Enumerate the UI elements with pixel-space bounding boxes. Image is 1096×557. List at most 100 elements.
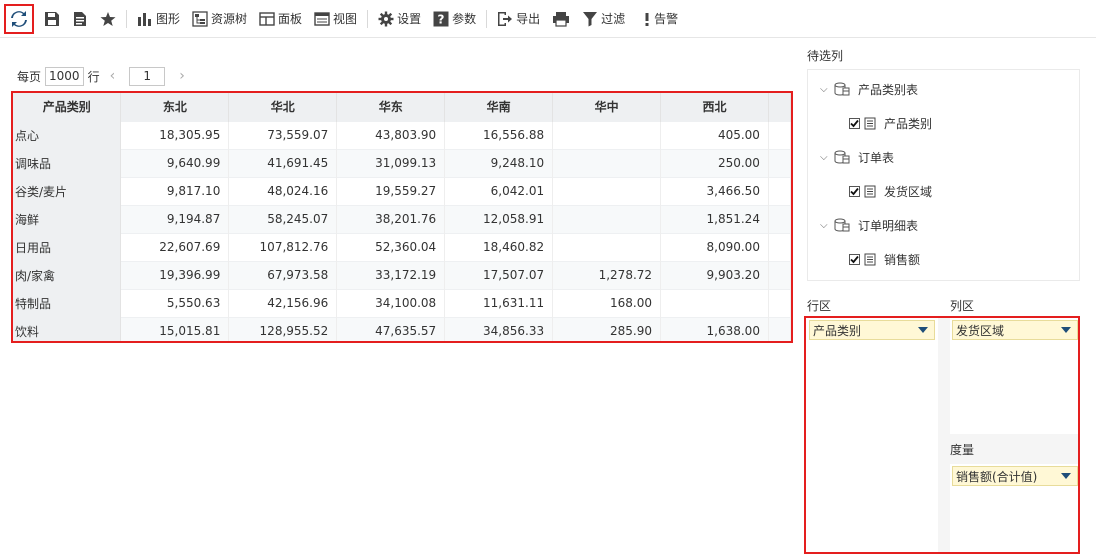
value-cell[interactable]: 43,803.90 (336, 120, 446, 149)
chart-button[interactable]: 图形 (131, 5, 186, 33)
value-cell[interactable]: 3,466.50 (660, 176, 769, 205)
save-as-button[interactable] (66, 5, 94, 33)
export-button[interactable]: 导出 (491, 5, 546, 33)
value-cell[interactable]: 18,460.82 (444, 232, 554, 261)
row-header-cell[interactable]: 调味品 (13, 148, 122, 177)
table-row: 海鲜 9,194.87 58,245.07 38,201.76 12,058.91 1,8… (13, 204, 791, 233)
value-cell[interactable]: 31,099.13 (336, 148, 446, 177)
value-cell[interactable]: 6,042.01 (444, 176, 554, 205)
alert-button[interactable]: 告警 (637, 5, 684, 33)
tree-node-table[interactable]: ⌵ 订单表 (820, 147, 894, 167)
column-header[interactable]: 华南 (444, 93, 554, 121)
rows-per-page-input[interactable]: 1000 (45, 66, 84, 86)
checkbox-checked-icon[interactable] (849, 253, 860, 265)
chevron-down-icon[interactable]: ⌵ (820, 152, 834, 163)
value-cell[interactable]: 1,278.72 (552, 260, 662, 289)
refresh-icon (11, 10, 27, 27)
column-header[interactable]: 华中 (552, 93, 662, 121)
value-cell[interactable]: 58,245.07 (228, 204, 338, 233)
favorite-button[interactable] (94, 5, 122, 33)
column-header[interactable]: 东北 (120, 93, 230, 121)
value-cell[interactable]: 41,691.45 (228, 148, 338, 177)
filter-button[interactable]: 过滤 (576, 5, 631, 33)
settings-button[interactable]: 设置 (372, 5, 427, 33)
value-cell[interactable]: 19,396.99 (120, 260, 230, 289)
refresh-button[interactable] (4, 3, 34, 34)
value-cell[interactable]: 405.00 (660, 120, 769, 149)
tree-node-table[interactable]: ⌵ 订单明细表 (820, 215, 918, 235)
page-number-input[interactable]: 1 (129, 66, 166, 86)
value-cell[interactable] (552, 176, 662, 205)
value-cell[interactable]: 73,559.07 (228, 120, 338, 149)
prev-page-icon[interactable]: ‹ (110, 68, 116, 84)
view-button[interactable]: 视图 (308, 5, 363, 33)
value-cell[interactable]: 34,100.08 (336, 288, 446, 317)
column-header[interactable]: 华东 (336, 93, 446, 121)
params-button[interactable]: ? 参数 (427, 5, 482, 33)
chevron-down-icon[interactable]: ⌵ (820, 220, 834, 231)
value-cell[interactable]: 9,194.87 (120, 204, 230, 233)
save-button[interactable] (38, 5, 66, 33)
tree-node-field[interactable]: 产品类别 (849, 113, 932, 133)
value-cell[interactable]: 34,856.33 (444, 316, 554, 341)
value-cell[interactable]: 8,090.00 (660, 232, 769, 261)
value-cell[interactable]: 9,817.10 (120, 176, 230, 205)
value-cell[interactable] (552, 120, 662, 149)
value-cell[interactable]: 33,172.19 (336, 260, 446, 289)
row-field-pill[interactable]: 产品类别 (809, 320, 935, 340)
value-cell[interactable]: 128,955.52 (228, 316, 338, 341)
row-header-cell[interactable]: 肉/家禽 (13, 260, 122, 289)
value-cell[interactable]: 22,607.69 (120, 232, 230, 261)
tree-node-field[interactable]: 销售额 (849, 249, 920, 269)
value-cell[interactable]: 16,556.88 (444, 120, 554, 149)
next-page-icon[interactable]: › (179, 68, 185, 84)
dropdown-arrow-icon[interactable] (1061, 473, 1071, 479)
value-cell[interactable] (552, 148, 662, 177)
row-header-cell[interactable]: 点心 (13, 120, 122, 149)
value-cell[interactable]: 19,559.27 (336, 176, 446, 205)
tree-node-field[interactable]: 发货区域 (849, 181, 932, 201)
value-cell[interactable]: 47,635.57 (336, 316, 446, 341)
row-header-cell[interactable]: 饮料 (13, 316, 122, 341)
value-cell[interactable]: 250.00 (660, 148, 769, 177)
value-cell[interactable]: 9,903.20 (660, 260, 769, 289)
measure-field-pill[interactable]: 销售额(合计值) (952, 466, 1078, 486)
dropdown-arrow-icon[interactable] (1061, 327, 1071, 333)
value-cell[interactable]: 168.00 (552, 288, 662, 317)
value-cell[interactable]: 5,550.63 (120, 288, 230, 317)
dropdown-arrow-icon[interactable] (918, 327, 928, 333)
row-header-cell[interactable]: 日用品 (13, 232, 122, 261)
value-cell[interactable]: 17,507.07 (444, 260, 554, 289)
panel-button[interactable]: 面板 (253, 5, 308, 33)
value-cell[interactable]: 107,812.76 (228, 232, 338, 261)
checkbox-checked-icon[interactable] (849, 185, 860, 197)
tree-node-table[interactable]: ⌵ 产品类别表 (820, 79, 918, 99)
row-header-cell[interactable]: 海鲜 (13, 204, 122, 233)
value-cell[interactable]: 18,305.95 (120, 120, 230, 149)
value-cell[interactable]: 52,360.04 (336, 232, 446, 261)
row-header-cell[interactable]: 谷类/麦片 (13, 176, 122, 205)
value-cell[interactable]: 9,248.10 (444, 148, 554, 177)
value-cell[interactable]: 9,640.99 (120, 148, 230, 177)
value-cell[interactable]: 1,851.24 (660, 204, 769, 233)
row-header-cell[interactable]: 特制品 (13, 288, 122, 317)
value-cell[interactable]: 11,631.11 (444, 288, 554, 317)
checkbox-checked-icon[interactable] (849, 117, 860, 129)
column-header[interactable]: 西北 (660, 93, 769, 121)
value-cell[interactable]: 67,973.58 (228, 260, 338, 289)
chevron-down-icon[interactable]: ⌵ (820, 84, 834, 95)
value-cell[interactable]: 48,024.16 (228, 176, 338, 205)
value-cell[interactable] (552, 204, 662, 233)
value-cell[interactable]: 1,638.00 (660, 316, 769, 341)
value-cell[interactable]: 38,201.76 (336, 204, 446, 233)
value-cell[interactable]: 12,058.91 (444, 204, 554, 233)
value-cell[interactable]: 285.90 (552, 316, 662, 341)
column-field-pill[interactable]: 发货区域 (952, 320, 1078, 340)
resource-tree-button[interactable]: 资源树 (186, 5, 253, 33)
value-cell[interactable]: 42,156.96 (228, 288, 338, 317)
value-cell[interactable] (660, 288, 769, 317)
value-cell[interactable]: 15,015.81 (120, 316, 230, 341)
column-header[interactable]: 华北 (228, 93, 338, 121)
print-button[interactable] (546, 5, 576, 33)
value-cell[interactable] (552, 232, 662, 261)
